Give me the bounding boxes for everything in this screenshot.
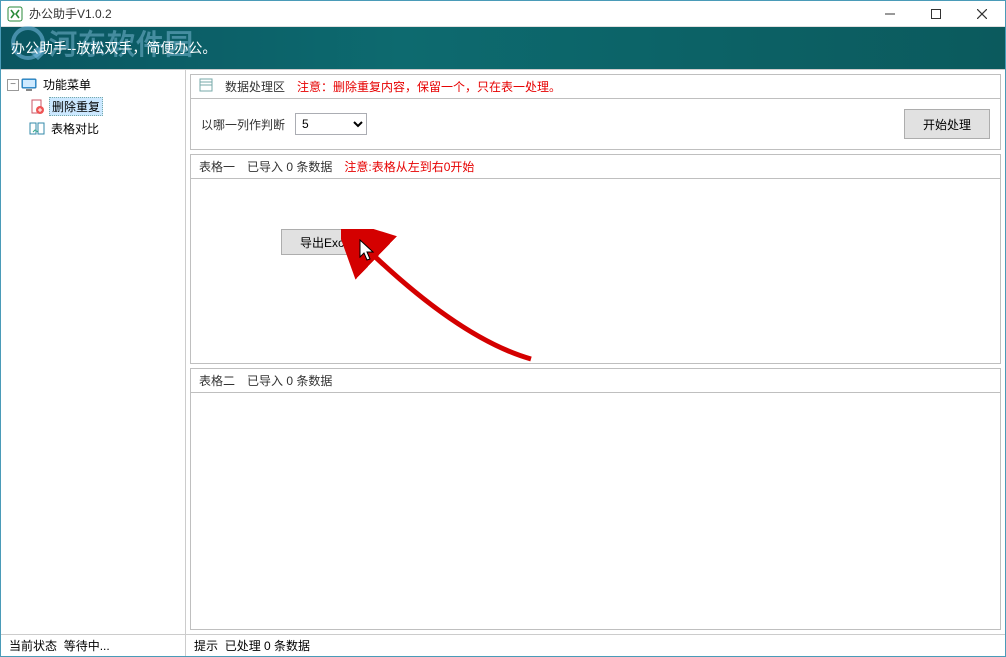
app-window: 办公助手V1.0.2 河东软件园 办公助手--放松双手，简便办公。 − [0,0,1006,657]
table1-status: 已导入 0 条数据 [247,158,332,175]
annotation-arrow [341,229,551,369]
window-controls [867,1,1005,27]
sidebar-root-label: 功能菜单 [41,76,93,93]
status-hint: 提示 已处理 0 条数据 [186,635,318,656]
body: − 功能菜单 删除重复 表格对比 [1,69,1005,634]
sidebar-item-table-compare[interactable]: 表格对比 [3,118,183,139]
banner: 河东软件园 办公助手--放松双手，简便办公。 [1,27,1005,69]
judge-column-label: 以哪一列作判断 [201,116,285,133]
titlebar: 办公助手V1.0.2 [1,1,1005,27]
table1-group: 表格一 已导入 0 条数据 注意:表格从左到右0开始 导出Excel [190,154,1001,364]
maximize-button[interactable] [913,1,959,27]
main: 数据处理区 注意：删除重复内容，保留一个，只在表一处理。 以哪一列作判断 5 开… [186,70,1005,634]
start-process-button[interactable]: 开始处理 [904,109,990,139]
table1-note: 注意:表格从左到右0开始 [344,158,474,175]
sidebar-item-label: 表格对比 [49,120,101,137]
sidebar-item-label: 删除重复 [49,97,103,116]
window-title: 办公助手V1.0.2 [29,5,867,22]
processing-header: 数据处理区 注意：删除重复内容，保留一个，只在表一处理。 [191,75,1000,99]
sidebar-item-remove-duplicates[interactable]: 删除重复 [3,95,183,118]
document-icon [29,99,45,115]
table1-name: 表格一 [199,158,235,175]
processing-group: 数据处理区 注意：删除重复内容，保留一个，只在表一处理。 以哪一列作判断 5 开… [190,74,1001,150]
table1-header: 表格一 已导入 0 条数据 注意:表格从左到右0开始 [191,155,1000,179]
table2-body [191,393,1000,629]
processing-body: 以哪一列作判断 5 开始处理 [191,99,1000,149]
compare-icon [29,121,45,137]
table1-body: 导出Excel [191,179,1000,363]
sidebar: − 功能菜单 删除重复 表格对比 [1,70,186,634]
banner-text: 办公助手--放松双手，简便办公。 [11,38,216,58]
app-icon [7,6,23,22]
processing-title: 数据处理区 [225,78,285,95]
table2-header: 表格二 已导入 0 条数据 [191,369,1000,393]
processing-note: 注意：删除重复内容，保留一个，只在表一处理。 [297,78,561,95]
statusbar: 当前状态 等待中... 提示 已处理 0 条数据 [1,634,1005,656]
status-state: 当前状态 等待中... [1,635,186,656]
judge-column-select[interactable]: 5 [295,113,367,135]
table2-status: 已导入 0 条数据 [247,372,332,389]
book-icon [199,78,213,95]
table2-group: 表格二 已导入 0 条数据 [190,368,1001,630]
minimize-button[interactable] [867,1,913,27]
export-excel-button[interactable]: 导出Excel [281,229,372,255]
sidebar-root[interactable]: − 功能菜单 [3,74,183,95]
monitor-icon [21,77,37,93]
close-button[interactable] [959,1,1005,27]
table2-name: 表格二 [199,372,235,389]
tree-collapse-icon[interactable]: − [7,79,19,91]
